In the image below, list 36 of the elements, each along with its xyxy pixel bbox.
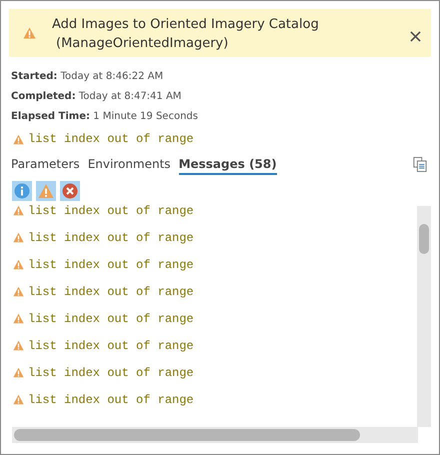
warning-icon: [13, 367, 24, 378]
detail-text: Started: Today at 8:46:22 AM: [11, 70, 164, 84]
warning-message: list index out of range: [28, 393, 194, 407]
tab[interactable]: Environments: [88, 157, 171, 175]
scrollbar-thumb[interactable]: [14, 429, 360, 441]
warning-icon: [13, 134, 24, 144]
warning-message: list index out of range: [28, 339, 194, 353]
tool-name: (ManageOrientedImagery): [55, 35, 230, 53]
warning-message: list index out of range: [28, 132, 194, 146]
horizontal-scrollbar[interactable]: [12, 427, 418, 443]
warning-filter-button[interactable]: [36, 181, 56, 201]
warning-icon: [13, 259, 24, 270]
close-icon[interactable]: [410, 31, 421, 42]
detail-text: Completed: Today at 8:47:41 AM: [11, 90, 182, 104]
warning-message: list index out of range: [28, 285, 194, 299]
error-filter-button[interactable]: [60, 181, 80, 201]
scrollbar-thumb[interactable]: [419, 224, 429, 254]
warning-icon: [13, 313, 24, 324]
info-filter-button[interactable]: [12, 181, 32, 201]
warning-icon: [13, 205, 24, 216]
warning-icon: [13, 394, 24, 405]
warning-icon: [13, 340, 24, 351]
warning-icon: [23, 27, 36, 39]
vertical-scrollbar[interactable]: [417, 206, 431, 427]
tab[interactable]: Messages (58): [178, 157, 277, 175]
detail-text: Elapsed Time: 1 Minute 19 Seconds: [11, 110, 199, 124]
warning-icon: [13, 232, 24, 243]
warning-message: list index out of range: [28, 204, 194, 218]
warning-icon: [13, 286, 24, 297]
copy-icon[interactable]: [413, 156, 427, 173]
tab[interactable]: Parameters: [11, 157, 80, 175]
warning-message: list index out of range: [28, 312, 194, 326]
warning-message: list index out of range: [28, 366, 194, 380]
warning-message: list index out of range: [28, 258, 194, 272]
warning-message: list index out of range: [28, 231, 194, 245]
tool-title: Add Images to Oriented Imagery Catalog: [52, 16, 320, 34]
